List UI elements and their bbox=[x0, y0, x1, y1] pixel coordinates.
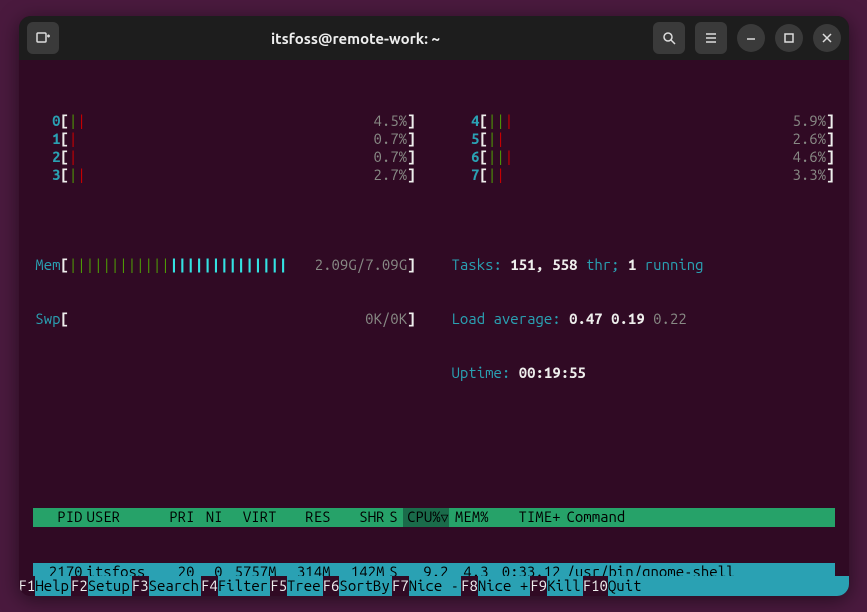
fn-f1[interactable]: F1Help bbox=[19, 576, 71, 596]
cpu-meter-7: 7[||3.3%] bbox=[452, 166, 835, 184]
mem-meter: Mem[||||||||||||||||||||||||||2.09G/7.09… bbox=[33, 256, 416, 274]
cpu-meter-4: 4[|||5.9%] bbox=[452, 112, 835, 130]
cpu-meter-2: 2[|0.7%] bbox=[33, 148, 416, 166]
col-s[interactable]: S bbox=[385, 508, 403, 527]
function-key-bar: F1Help F2Setup F3SearchF4FilterF5Tree F6… bbox=[19, 576, 849, 596]
cpu-meters: 0[||4.5%]1[|0.7%]2[|0.7%]3[||2.7%] 4[|||… bbox=[33, 112, 835, 184]
col-virt[interactable]: VIRT bbox=[223, 508, 277, 527]
fn-f4[interactable]: F4Filter bbox=[201, 576, 270, 596]
system-stats: Tasks: 151, 558 thr; 1 running Load aver… bbox=[452, 220, 835, 418]
process-list[interactable]: 2170itsfoss2005757M314M142MS9.24.30:33.1… bbox=[33, 563, 835, 576]
col-user[interactable]: USER bbox=[87, 508, 159, 527]
close-button[interactable] bbox=[813, 24, 841, 52]
cpu-meter-5: 5[||2.6%] bbox=[452, 130, 835, 148]
fn-f9[interactable]: F9Kill bbox=[530, 576, 582, 596]
maximize-button[interactable] bbox=[775, 24, 803, 52]
fn-f7[interactable]: F7Nice - bbox=[392, 576, 461, 596]
new-tab-button[interactable] bbox=[27, 22, 59, 54]
process-row[interactable]: 2170itsfoss2005757M314M142MS9.24.30:33.1… bbox=[33, 563, 835, 576]
fn-f10[interactable]: F10Quit bbox=[583, 576, 644, 596]
col-ni[interactable]: NI bbox=[195, 508, 223, 527]
swp-meter: Swp[0K/0K] bbox=[33, 310, 416, 328]
titlebar: itsfoss@remote-work: ~ bbox=[19, 16, 849, 60]
col-shr[interactable]: SHR bbox=[331, 508, 385, 527]
cpu-meter-3: 3[||2.7%] bbox=[33, 166, 416, 184]
terminal-content[interactable]: 0[||4.5%]1[|0.7%]2[|0.7%]3[||2.7%] 4[|||… bbox=[19, 60, 849, 576]
fn-f3[interactable]: F3Search bbox=[132, 576, 201, 596]
col-pid[interactable]: PID bbox=[33, 508, 87, 527]
fn-f8[interactable]: F8Nice + bbox=[461, 576, 530, 596]
cpu-meter-0: 0[||4.5%] bbox=[33, 112, 416, 130]
terminal-window: itsfoss@remote-work: ~ 0[||4.5%]1[|0.7%]… bbox=[19, 16, 849, 596]
col-cpu[interactable]: CPU%▽ bbox=[403, 508, 449, 527]
fn-f6[interactable]: F6SortBy bbox=[323, 576, 392, 596]
col-command[interactable]: Command bbox=[561, 508, 835, 527]
col-time[interactable]: TIME+ bbox=[489, 508, 561, 527]
fn-f2[interactable]: F2Setup bbox=[71, 576, 132, 596]
cpu-meter-1: 1[|0.7%] bbox=[33, 130, 416, 148]
col-mem[interactable]: MEM% bbox=[449, 508, 489, 527]
process-header[interactable]: PID USER PRI NI VIRT RES SHR S CPU%▽ MEM… bbox=[33, 508, 835, 527]
col-res[interactable]: RES bbox=[277, 508, 331, 527]
search-button[interactable] bbox=[653, 22, 685, 54]
menu-button[interactable] bbox=[695, 22, 727, 54]
col-pri[interactable]: PRI bbox=[159, 508, 195, 527]
fn-f5[interactable]: F5Tree bbox=[270, 576, 322, 596]
window-title: itsfoss@remote-work: ~ bbox=[65, 30, 647, 47]
minimize-button[interactable] bbox=[737, 24, 765, 52]
cpu-meter-6: 6[|||4.6%] bbox=[452, 148, 835, 166]
